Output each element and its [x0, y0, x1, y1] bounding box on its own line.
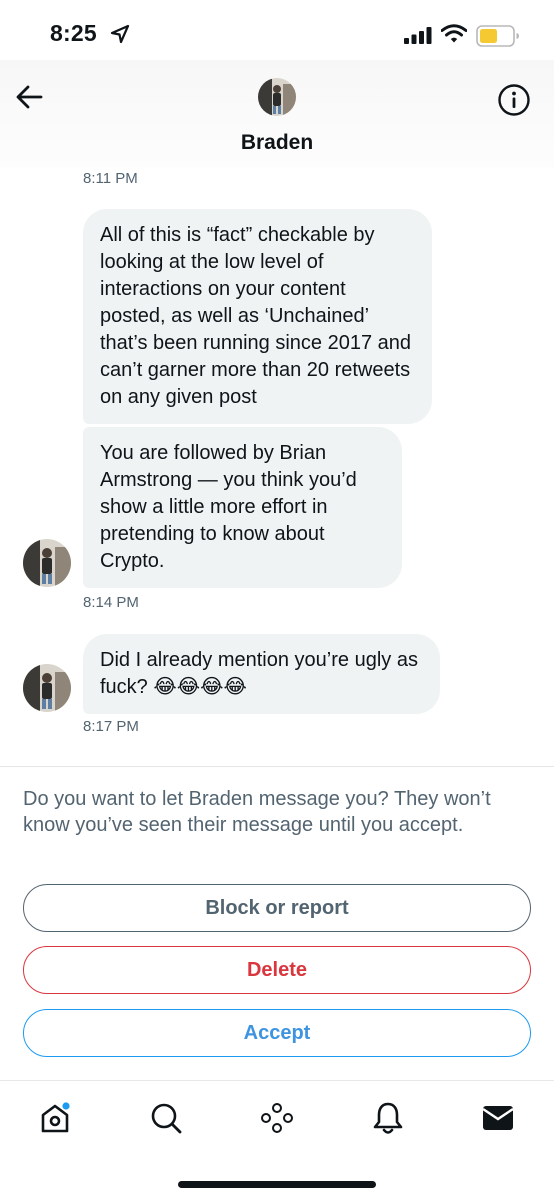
message-bubble[interactable]: Did I already mention you’re ugly as fuc…: [83, 634, 440, 714]
status-time: 8:25: [50, 20, 97, 46]
tab-home[interactable]: [35, 1098, 75, 1138]
back-arrow-icon[interactable]: [15, 84, 43, 110]
message-timestamp: 8:11 PM: [83, 170, 138, 187]
wifi-icon: [441, 24, 467, 43]
home-indicator: [178, 1181, 376, 1188]
spaces-icon: [261, 1103, 293, 1133]
messages-icon: [482, 1106, 514, 1130]
cellular-signal-icon: [404, 27, 432, 44]
tab-messages[interactable]: [478, 1098, 518, 1138]
header-avatar[interactable]: [258, 78, 296, 116]
message-timestamp: 8:14 PM: [83, 594, 139, 611]
message-bubble[interactable]: All of this is “fact” checkable by looki…: [83, 209, 432, 424]
location-arrow-icon: [110, 24, 130, 44]
accept-button[interactable]: Accept: [23, 1009, 531, 1057]
divider: [0, 766, 554, 767]
message-text: You are followed by Brian Armstrong — yo…: [100, 442, 357, 572]
message-text: All of this is “fact” checkable by looki…: [100, 224, 411, 408]
contact-name[interactable]: Braden: [0, 131, 554, 155]
delete-button[interactable]: Delete: [23, 946, 531, 994]
tab-notifications[interactable]: [368, 1098, 408, 1138]
tab-bar-divider: [0, 1080, 554, 1081]
message-request-prompt: Do you want to let Braden message you? T…: [23, 788, 491, 836]
info-icon[interactable]: [497, 83, 531, 117]
sender-avatar[interactable]: [23, 539, 71, 587]
battery-icon: [476, 25, 519, 47]
message-bubble[interactable]: You are followed by Brian Armstrong — yo…: [83, 427, 402, 588]
tab-spaces[interactable]: [257, 1098, 297, 1138]
message-text: Did I already mention you’re ugly as fuc…: [100, 649, 418, 698]
tab-search[interactable]: [146, 1098, 186, 1138]
message-timestamp: 8:17 PM: [83, 718, 139, 735]
search-icon: [151, 1103, 182, 1134]
sender-avatar[interactable]: [23, 664, 71, 712]
block-or-report-button[interactable]: Block or report: [23, 884, 531, 932]
home-icon: [41, 1102, 70, 1133]
notifications-icon: [373, 1102, 403, 1134]
